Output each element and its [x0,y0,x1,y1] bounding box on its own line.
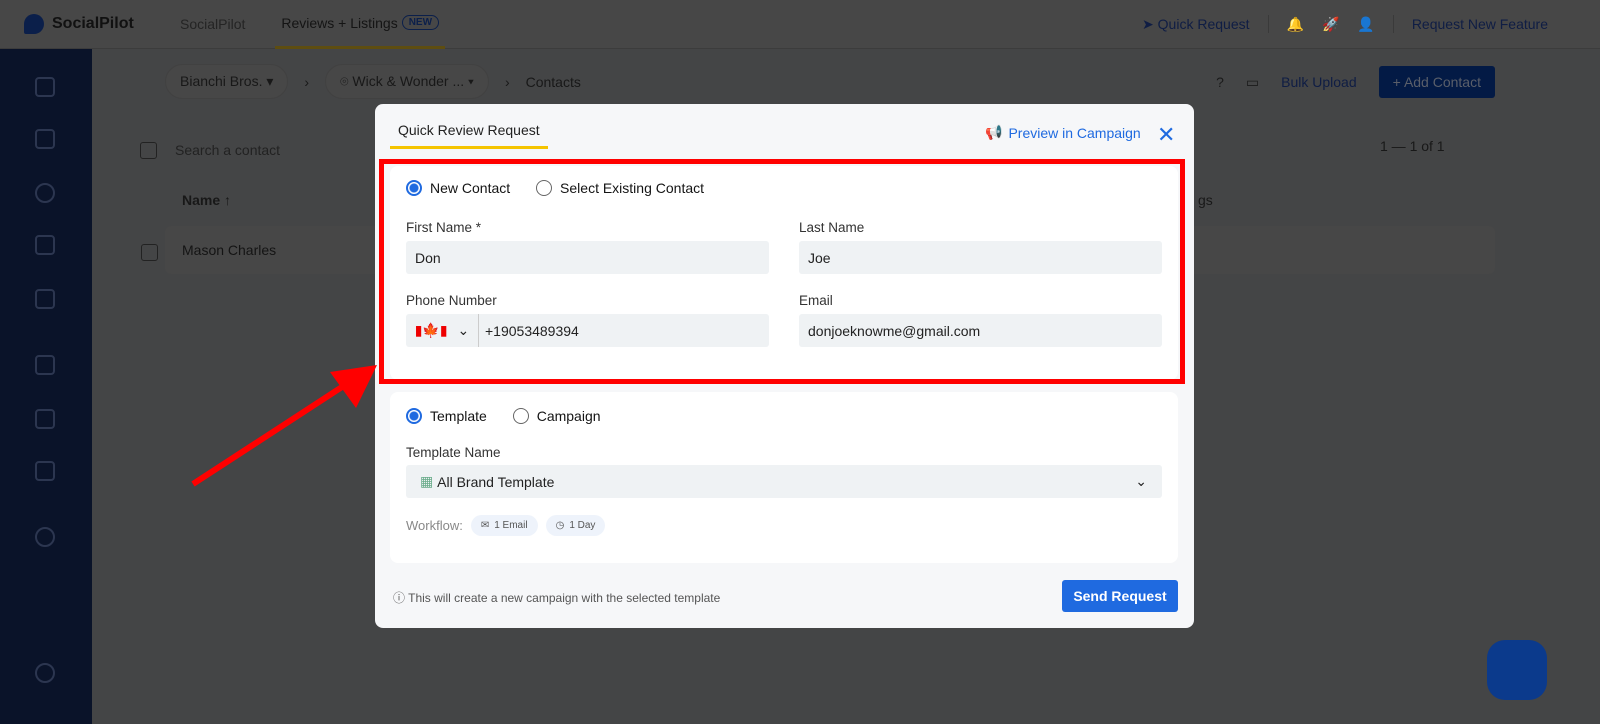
dashboard-icon[interactable] [35,77,55,97]
send-request-button[interactable]: Send Request [1062,580,1178,612]
chat-button[interactable] [1487,640,1547,700]
top-bar: SocialPilot SocialPilot Reviews + Listin… [0,0,1600,49]
megaphone-icon: 📢 [985,124,1003,140]
listing-icon[interactable] [35,129,55,149]
template-select[interactable]: ▦ All Brand Template ⌄ [406,465,1162,498]
contact-name: Mason Charles [182,242,277,258]
help-icon[interactable]: ? [1216,74,1224,90]
breadcrumb: Bianchi Bros. ▾ › ⌾ Wick & Wonder ... ▾ … [165,64,581,99]
radio-icon [406,408,422,424]
column-tags: gs [1198,192,1213,208]
radio-label: Campaign [536,408,601,424]
preview-in-campaign-link[interactable]: 📢 Preview in Campaign [985,124,1141,141]
radio-campaign[interactable]: Campaign [512,408,601,424]
tab-socialpilot[interactable]: SocialPilot [174,0,251,49]
column-name[interactable]: Name ↑ [182,192,231,208]
radio-icon [512,408,529,424]
request-feature-link[interactable]: Request New Feature [1412,16,1548,32]
search-input[interactable]: Search a contact [175,142,280,158]
page-title: Contacts [525,73,581,90]
location-icon[interactable] [35,461,55,481]
tab-quick-review-request[interactable]: Quick Review Request [390,122,548,149]
notification-icon[interactable]: 🔔 [1287,16,1304,33]
template-name-label: Template Name [406,445,501,460]
add-contact-button[interactable]: + Add Contact [1378,66,1495,98]
arrow-shaft [191,382,347,487]
radio-label: Template [430,408,487,424]
user-icon[interactable]: 👤 [1357,16,1374,33]
chevron-down-icon: ⌄ [1135,473,1147,489]
add-contact-label: Add Contact [1403,74,1481,90]
select-all-checkbox[interactable] [140,142,157,159]
divider [1392,15,1394,33]
clock-icon: ◷ [555,520,565,531]
tab-reviews-listings[interactable]: Reviews + Listings NEW [275,0,446,49]
highlight-box [379,159,1185,384]
logo-icon [24,14,44,34]
arrow-head [330,365,377,408]
workflow-label: Workflow: [406,518,463,533]
workflow-day-chip: ◷ 1 Day [545,515,606,536]
bulk-upload-button[interactable]: Bulk Upload [1281,74,1357,90]
workflow-email-chip: ✉ 1 Email [470,515,538,536]
pagination: 1 — 1 of 1 [1380,138,1445,154]
copy-icon[interactable] [35,355,55,375]
info-text: This will create a new campaign with the… [408,591,721,605]
rocket-icon[interactable]: 🚀 [1322,16,1339,33]
report-icon[interactable] [35,409,55,429]
video-icon[interactable]: ▭ [1246,74,1259,91]
tab-label: Reviews + Listings [281,14,398,31]
close-icon[interactable]: ✕ [1157,122,1175,148]
template-value: All Brand Template [437,473,555,490]
mail-icon: ✉ [480,520,490,531]
preview-label: Preview in Campaign [1008,124,1141,141]
radio-template[interactable]: Template [406,408,487,424]
support-icon[interactable] [35,663,55,683]
row-checkbox[interactable] [141,244,158,261]
info-note: ⓘ This will create a new campaign with t… [393,589,720,606]
divider [1267,15,1269,33]
star-icon[interactable] [35,235,55,255]
chip-label: 1 Email [494,520,528,531]
info-icon: ⓘ [393,591,406,605]
new-badge: NEW [401,15,440,30]
chevron-right-icon: › [304,73,310,90]
chevron-right-icon: › [504,73,510,90]
sidebar [0,49,92,724]
quick-request-label: Quick Request [1157,15,1250,32]
brand-label: Bianchi Bros. [180,73,263,89]
quick-request-link[interactable]: ➤ Quick Request [1142,16,1249,33]
location-select[interactable]: ⌾ Wick & Wonder ... ▾ [325,64,489,99]
template-icon: ▦ [420,473,438,489]
search-globe-icon[interactable] [35,183,55,203]
brand-name: SocialPilot [52,15,134,32]
chip-label: 1 Day [569,520,596,531]
brand-logo[interactable]: SocialPilot [24,14,174,34]
template-card: Template Campaign Template Name ▦ All Br… [390,392,1178,563]
settings-icon[interactable] [35,527,55,547]
contacts-icon[interactable] [35,289,55,309]
brand-select[interactable]: Bianchi Bros. ▾ [165,64,289,99]
location-label: Wick & Wonder ... [352,73,465,89]
